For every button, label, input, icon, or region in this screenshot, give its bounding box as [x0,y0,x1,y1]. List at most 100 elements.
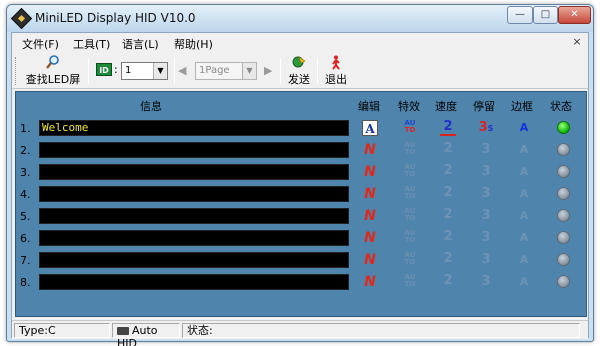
message-text-field[interactable] [39,142,349,158]
row-number: 2. [20,144,31,157]
message-text-field[interactable] [39,186,349,202]
status-off-icon [557,143,570,156]
border-icon[interactable]: A [516,186,532,202]
effect-icon[interactable]: AU TO [402,252,418,268]
chevron-down-icon[interactable]: ▼ [153,63,167,79]
border-icon[interactable]: A [516,274,532,290]
status-off-icon [557,253,570,266]
row-number: 4. [20,188,31,201]
speed-icon[interactable]: 2 [440,252,456,268]
close-button[interactable]: ✕ [558,6,591,24]
stay-icon[interactable]: 3 [478,164,494,180]
effect-icon-bottom: TO [404,192,416,200]
stay-icon[interactable]: 3 [478,186,494,202]
effect-icon[interactable]: AU TO [402,230,418,246]
minimize-button[interactable]: — [507,6,533,24]
menu-tools[interactable]: 工具(T) [73,36,110,52]
magnifier-icon [22,54,84,71]
usb-icon [117,327,129,335]
edit-icon[interactable]: N [362,208,378,224]
border-icon[interactable]: A [516,230,532,246]
exit-label: 退出 [325,73,347,86]
toolbar-separator [317,58,318,84]
message-text-field[interactable] [39,164,349,180]
stay-icon-digit: 3 [481,274,491,289]
status-message: 状态: [182,323,580,338]
stay-icon-suffix: S [487,124,494,133]
row-number: 1. [20,122,31,135]
stay-icon-digit: 3 [478,120,488,135]
stay-icon[interactable]: 3 [478,230,494,246]
edit-icon[interactable]: N [362,274,378,290]
effect-icon[interactable]: AU TO [402,186,418,202]
stay-icon[interactable]: 3 [478,142,494,158]
message-text-field[interactable] [39,274,349,290]
stay-icon-digit: 3 [481,252,491,267]
status-off-icon [557,187,570,200]
speed-icon[interactable]: 2 [440,164,456,180]
find-led-screen-button[interactable]: 查找LED屏 [22,54,84,87]
send-button[interactable]: 发送 [284,54,314,87]
next-page-icon[interactable]: ▶ [264,64,272,77]
toolbar-grip[interactable] [15,57,18,85]
menu-close-icon[interactable]: × [570,35,584,49]
border-icon[interactable]: A [516,142,532,158]
message-text-field[interactable] [39,252,349,268]
page-select[interactable]: 1Page ▼ [195,62,257,80]
status-bar: Type:C Auto HID 状态: [12,320,588,346]
stay-icon-digit: 3 [481,164,491,179]
edit-icon[interactable]: N [362,252,378,268]
border-icon[interactable]: A [516,164,532,180]
stay-icon[interactable]: 3S [478,120,494,136]
speed-icon[interactable]: 2 [440,120,456,136]
status-off-icon [557,165,570,178]
title-bar[interactable]: MiniLED Display HID V10.0 — □ ✕ [7,5,593,32]
id-colon: : [114,63,118,76]
header-stay: 停留 [473,100,495,113]
stay-icon[interactable]: 3 [478,208,494,224]
status-off-icon [557,209,570,222]
effect-icon[interactable]: AU TO [402,120,418,136]
message-text-field[interactable] [39,230,349,246]
effect-icon-bottom: TO [404,236,416,244]
speed-icon[interactable]: 2 [440,274,456,290]
border-icon[interactable]: A [516,252,532,268]
border-icon[interactable]: A [516,120,532,136]
id-select[interactable]: 1 ▼ [121,62,168,80]
menu-help[interactable]: 帮助(H) [174,36,213,52]
header-status: 状态 [550,100,572,113]
find-led-screen-label: 查找LED屏 [25,73,81,86]
effect-icon[interactable]: AU TO [402,142,418,158]
id-select-value: 1 [125,65,132,76]
maximize-button[interactable]: □ [533,6,558,24]
app-window: MiniLED Display HID V10.0 — □ ✕ 文件(F) 工具… [6,4,594,346]
prev-page-icon[interactable]: ◀ [178,64,186,77]
stay-icon[interactable]: 3 [478,274,494,290]
menu-file[interactable]: 文件(F) [22,36,59,52]
edit-icon[interactable]: N [362,164,378,180]
speed-icon[interactable]: 2 [440,230,456,246]
status-type: Type:C [14,323,110,338]
toolbar-separator [174,58,175,84]
effect-icon[interactable]: AU TO [402,164,418,180]
speed-icon[interactable]: 2 [440,142,456,158]
exit-button[interactable]: 退出 [321,54,351,87]
edit-icon[interactable]: A [362,120,378,136]
chevron-down-icon[interactable]: ▼ [242,63,256,79]
menu-language[interactable]: 语言(L) [122,36,159,52]
border-icon[interactable]: A [516,208,532,224]
header-border: 边框 [511,100,533,113]
message-text-field[interactable]: Welcome [39,120,349,136]
edit-icon[interactable]: N [362,230,378,246]
header-info: 信息 [140,100,162,113]
stay-icon[interactable]: 3 [478,252,494,268]
speed-icon[interactable]: 2 [440,208,456,224]
edit-icon[interactable]: N [362,186,378,202]
effect-icon[interactable]: AU TO [402,208,418,224]
speed-icon[interactable]: 2 [440,186,456,202]
row-number: 6. [20,232,31,245]
effect-icon[interactable]: AU TO [402,274,418,290]
message-text-field[interactable] [39,208,349,224]
effect-icon-bottom: TO [404,148,416,156]
edit-icon[interactable]: N [362,142,378,158]
